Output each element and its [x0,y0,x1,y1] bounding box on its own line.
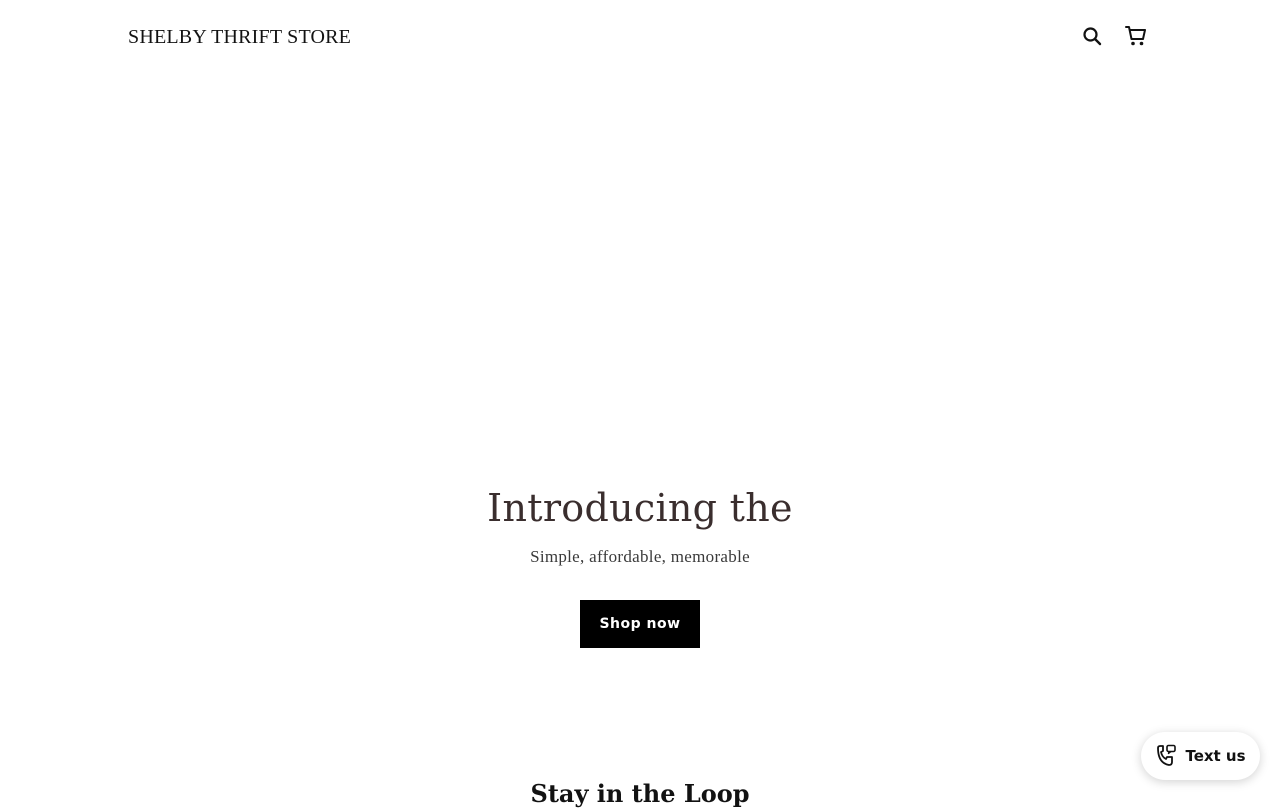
search-button[interactable] [1078,22,1106,50]
search-icon [1083,27,1102,46]
shop-now-button[interactable]: Shop now [580,600,700,648]
hero-title: Introducing the [487,486,793,530]
cart-icon [1125,26,1146,46]
hero-subtitle: Simple, affordable, memorable [530,547,750,566]
hero-section: Introducing the Simple, affordable, memo… [0,470,1280,648]
cart-button[interactable] [1122,22,1150,50]
newsletter-heading: Stay in the Loop [530,779,750,808]
text-us-button[interactable]: Text us [1141,732,1260,780]
text-us-label: Text us [1185,747,1246,765]
phone-message-icon [1157,744,1177,766]
header-icons [1078,22,1150,50]
site-header: SHELBY THRIFT STORE [0,0,1280,72]
store-logo[interactable]: SHELBY THRIFT STORE [128,24,351,50]
